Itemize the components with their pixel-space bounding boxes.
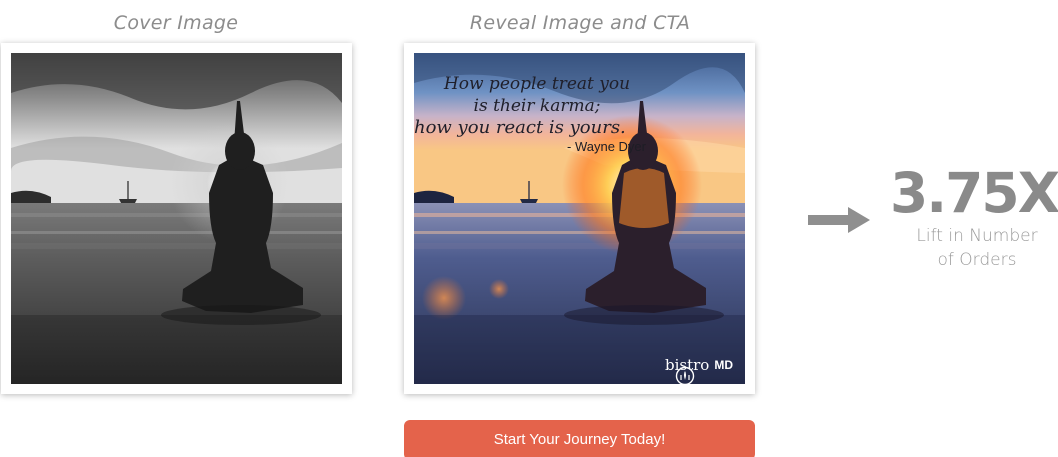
- arrow-right-icon: [808, 207, 870, 233]
- start-journey-button[interactable]: Start Your Journey Today!: [404, 420, 755, 457]
- quote-line-1: How people treat you: [443, 74, 631, 94]
- cover-image-caption: Cover Image: [113, 12, 239, 34]
- brand-name-suffix: MD: [714, 358, 733, 372]
- bistromd-logo: bistro MD: [665, 356, 733, 386]
- lift-label-line-2: of Orders: [937, 250, 1017, 270]
- karma-quote: How people treat you is their karma; how…: [414, 73, 652, 158]
- lift-value: 3.75X: [890, 161, 1058, 225]
- lift-label-line-1: Lift in Number: [916, 226, 1038, 246]
- bistromd-logo-icon: [675, 366, 695, 386]
- lift-metric: 3.75X Lift in Number of Orders: [890, 162, 1058, 272]
- quote-line-2: is their karma;: [473, 96, 601, 116]
- reveal-image-caption: Reveal Image and CTA: [469, 12, 691, 34]
- quote-author: - Wayne Dyer: [567, 139, 646, 154]
- cover-image: [11, 53, 342, 384]
- cover-image-card: [1, 43, 352, 394]
- reveal-image-card: How people treat you is their karma; how…: [404, 43, 755, 394]
